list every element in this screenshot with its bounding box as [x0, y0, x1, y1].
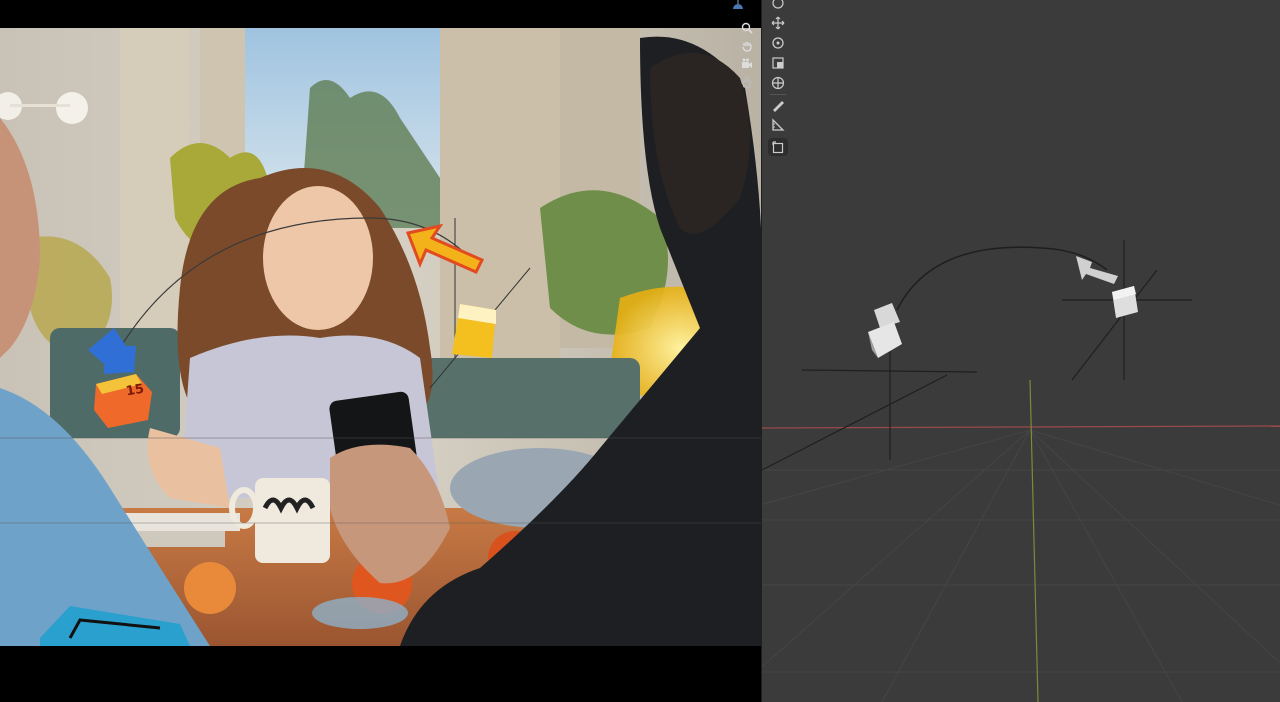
rotate-icon[interactable] [768, 34, 788, 52]
camera-badge-number: 15 [124, 381, 146, 400]
cursor-icon[interactable] [768, 0, 788, 12]
navigation-gizmo [733, 0, 758, 92]
camera-view-panel[interactable]: 15 [0, 0, 762, 702]
transform-icon[interactable] [768, 74, 788, 92]
composited-photo: 15 [0, 28, 762, 646]
scale-icon[interactable] [768, 54, 788, 72]
x-axis-line [762, 425, 1280, 429]
zoom-icon[interactable] [739, 20, 755, 36]
tool-shelf [764, 0, 792, 170]
scene-camera-object-2 [1076, 256, 1138, 318]
move-icon[interactable] [768, 14, 788, 32]
lock-icon[interactable] [739, 74, 755, 90]
camera-icon[interactable] [739, 56, 755, 72]
y-axis-line [1029, 379, 1039, 702]
blender-like-app: 15 [0, 0, 1280, 702]
axis-ball-icon[interactable] [730, 0, 744, 14]
tool-separator [770, 94, 786, 95]
annotate-icon[interactable] [768, 96, 788, 114]
add-cube-icon[interactable] [768, 138, 788, 156]
scene-camera-object-1 [868, 303, 902, 358]
measure-icon[interactable] [768, 116, 788, 134]
viewport-scene [762, 240, 1280, 702]
pan-hand-icon[interactable] [739, 38, 755, 54]
photo-illustration [0, 28, 762, 646]
viewport-3d-panel[interactable] [762, 0, 1280, 702]
